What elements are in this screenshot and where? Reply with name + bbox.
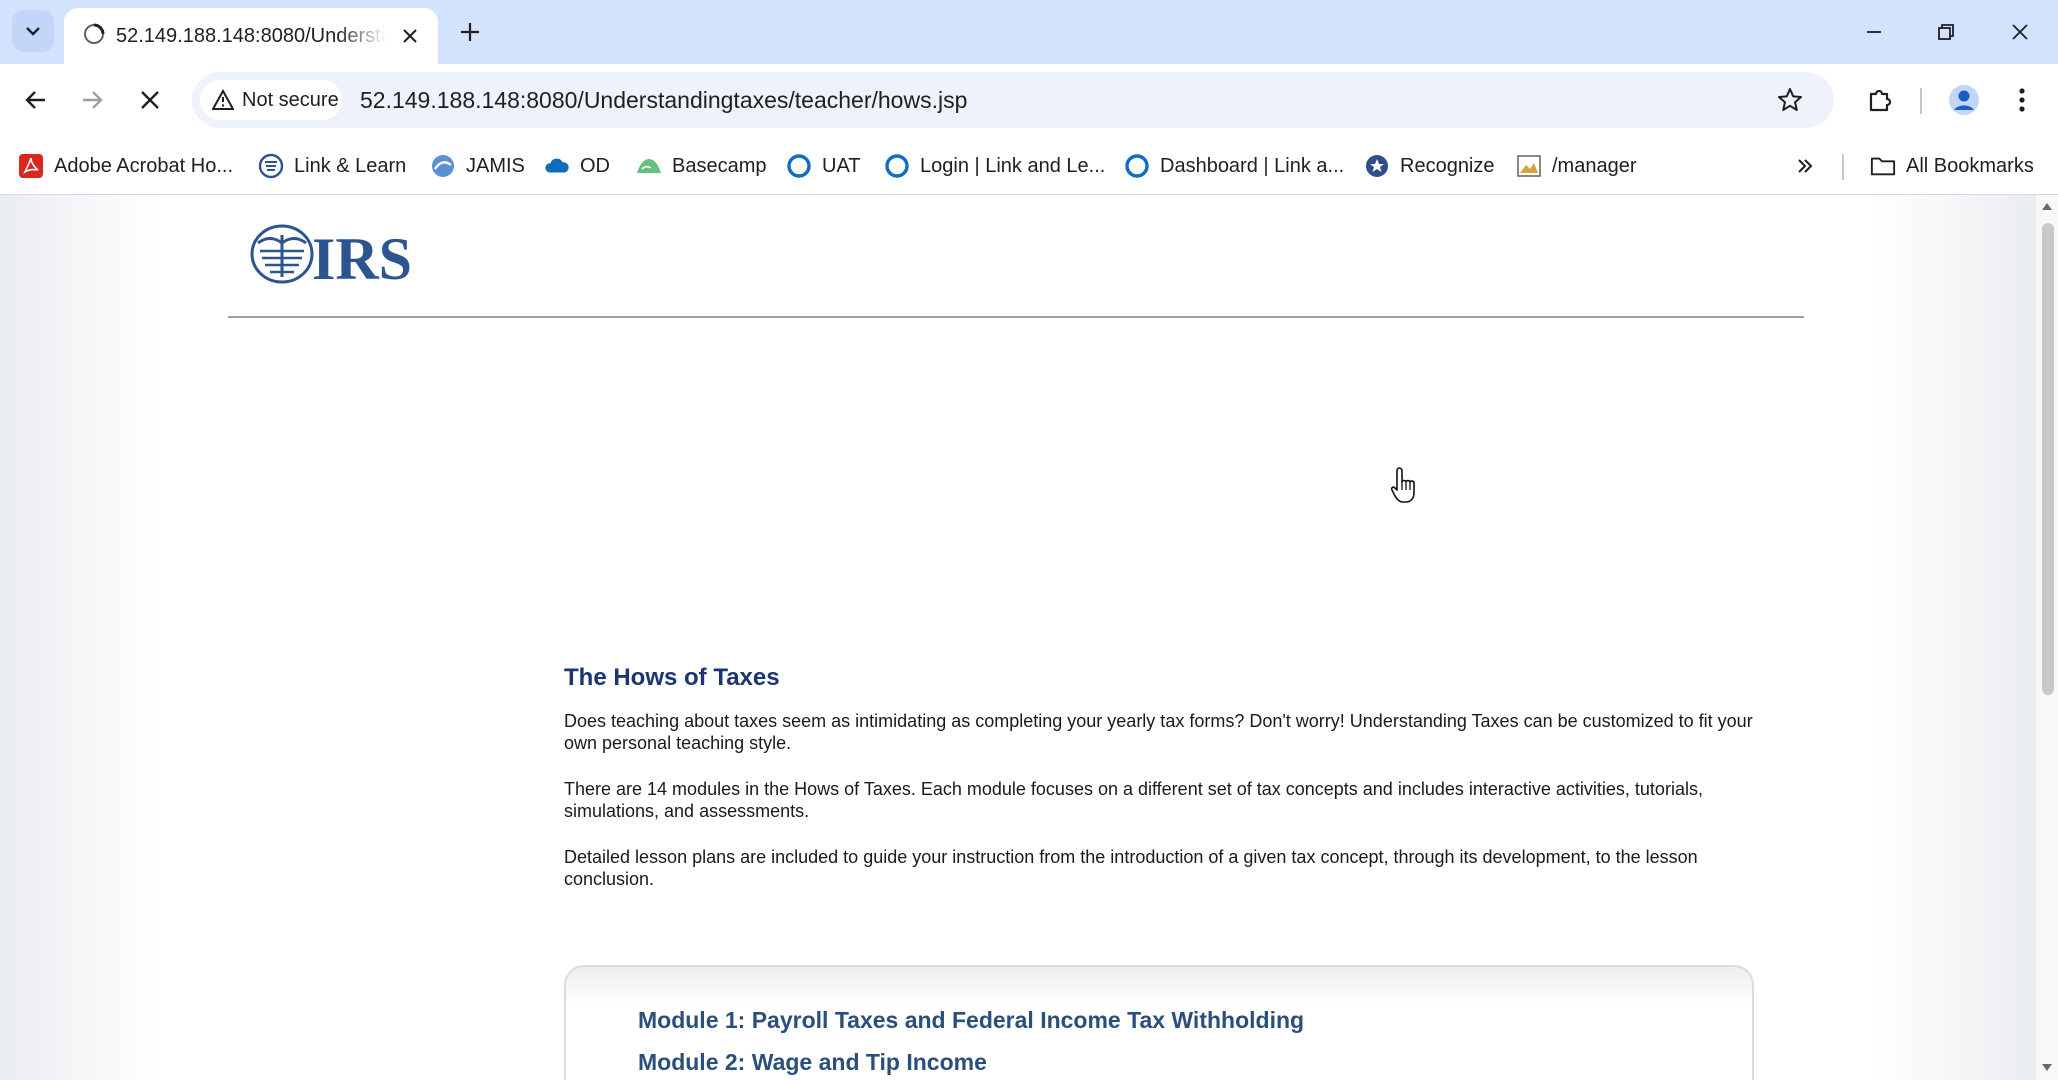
basecamp-icon — [636, 153, 662, 179]
menu-button[interactable] — [1998, 76, 2046, 124]
bookmark-label: OD — [580, 154, 610, 177]
module-2-link[interactable]: Module 2: Wage and Tip Income — [638, 1049, 987, 1076]
more-bookmarks-button[interactable] — [1790, 146, 1820, 186]
security-label: Not secure — [242, 88, 339, 111]
irs-eagle-icon — [258, 153, 284, 179]
stop-loading-button[interactable] — [126, 76, 174, 124]
tab-search-button[interactable] — [12, 10, 54, 52]
kebab-menu-icon — [2019, 88, 2025, 112]
header-divider — [228, 316, 1804, 318]
ring-icon — [1124, 153, 1150, 179]
logo-text: IRS — [312, 226, 412, 285]
page-content: IRS The Hows of Taxes Does teaching abou… — [228, 195, 1804, 1080]
tab-strip: 52.149.188.148:8080/Understandingtaxes/t… — [0, 0, 2058, 64]
tab-close-button[interactable] — [396, 22, 424, 50]
acrobat-icon — [18, 153, 44, 179]
address-bar[interactable]: Not secure 52.149.188.148:8080/Understan… — [192, 72, 1834, 128]
recognize-icon — [1364, 153, 1390, 179]
bookmark-label: JAMIS — [466, 154, 525, 177]
profile-button[interactable] — [1940, 76, 1988, 124]
bookmark-label: Adobe Acrobat Ho... — [54, 154, 234, 177]
bookmark-label: Link & Learn — [294, 154, 407, 177]
folder-icon — [1870, 153, 1896, 179]
bookmark-label: UAT — [822, 154, 861, 177]
back-button[interactable] — [12, 76, 60, 124]
modules-paragraph: There are 14 modules in the Hows of Taxe… — [564, 779, 1703, 821]
loading-globe-icon — [84, 23, 105, 44]
puzzle-icon — [1869, 89, 1892, 112]
close-icon — [2012, 24, 2028, 40]
active-tab[interactable]: 52.149.188.148:8080/Understandingtaxes/t… — [64, 8, 438, 64]
toolbar-divider — [1920, 88, 1922, 114]
restore-button[interactable] — [1922, 12, 1970, 52]
bookmarks-divider — [1842, 154, 1844, 180]
bookmark-dashboard-link-and-learn[interactable]: Dashboard | Link a... — [1124, 146, 1344, 186]
bookmark-label: Recognize — [1400, 154, 1495, 177]
bookmark-label: /manager — [1552, 154, 1637, 177]
close-icon — [141, 91, 159, 109]
restore-icon — [1938, 24, 1954, 40]
double-chevron-right-icon — [1798, 159, 1813, 173]
minimize-icon — [1867, 31, 1881, 33]
tab-title: 52.149.188.148:8080/Understandingtaxes/t… — [116, 25, 386, 47]
bookmark-link-and-learn[interactable]: Link & Learn — [258, 146, 406, 186]
arrow-right-icon — [83, 91, 103, 109]
irs-eagle-logo-icon: IRS — [250, 224, 412, 292]
warning-triangle-icon — [212, 89, 234, 110]
scroll-down-arrow-icon[interactable] — [2041, 1063, 2053, 1073]
extensions-button[interactable] — [1856, 76, 1904, 124]
plus-icon — [461, 23, 479, 41]
minimize-button[interactable] — [1850, 12, 1898, 52]
bookmark-login-link-and-learn[interactable]: Login | Link and Le... — [884, 146, 1105, 186]
hand-pointer-cursor-icon — [1390, 467, 1415, 503]
bookmark-label: Dashboard | Link a... — [1160, 154, 1345, 177]
bookmark-label: Login | Link and Le... — [920, 154, 1106, 177]
new-tab-button[interactable] — [452, 14, 488, 50]
bookmarks-bar: Adobe Acrobat Ho... Link & Learn JAMIS O… — [0, 138, 2058, 195]
chevron-down-icon — [26, 27, 40, 36]
cloud-icon — [544, 153, 570, 179]
star-icon — [1778, 88, 1802, 111]
jamis-icon — [430, 153, 456, 179]
browser-toolbar: Not secure 52.149.188.148:8080/Understan… — [0, 64, 2058, 138]
bookmark-uat[interactable]: UAT — [786, 146, 861, 186]
lesson-plans-paragraph: Detailed lesson plans are included to gu… — [564, 847, 1698, 889]
bookmark-adobe-acrobat[interactable]: Adobe Acrobat Ho... — [18, 146, 233, 186]
ring-icon — [786, 153, 812, 179]
security-indicator[interactable]: Not secure — [200, 80, 342, 120]
bookmark-recognize[interactable]: Recognize — [1364, 146, 1495, 186]
window-close-button[interactable] — [1996, 12, 2044, 52]
bookmark-manager[interactable]: /manager — [1516, 146, 1637, 186]
bookmark-star-button[interactable] — [1770, 80, 1810, 120]
bookmark-od[interactable]: OD — [544, 146, 610, 186]
all-bookmarks-button[interactable]: All Bookmarks — [1870, 146, 2034, 186]
ring-icon — [884, 153, 910, 179]
avatar-icon — [1949, 85, 1979, 115]
scroll-up-arrow-icon[interactable] — [2041, 201, 2053, 211]
module-1-link[interactable]: Module 1: Payroll Taxes and Federal Inco… — [638, 1007, 1304, 1034]
page-title: The Hows of Taxes — [564, 664, 780, 691]
arrow-left-icon — [25, 91, 45, 109]
url-text[interactable]: 52.149.188.148:8080/Understandingtaxes/t… — [360, 72, 967, 128]
close-icon — [403, 29, 417, 43]
page-viewport: IRS The Hows of Taxes Does teaching abou… — [0, 195, 2036, 1080]
bookmark-jamis[interactable]: JAMIS — [430, 146, 525, 186]
forward-button[interactable] — [68, 76, 116, 124]
scrollbar-thumb[interactable] — [2042, 223, 2054, 695]
all-bookmarks-label: All Bookmarks — [1906, 154, 2034, 177]
page-scrollbar[interactable] — [2036, 195, 2058, 1080]
intro-paragraph: Does teaching about taxes seem as intimi… — [564, 711, 1753, 753]
irs-logo[interactable]: IRS — [248, 223, 420, 292]
bookmark-basecamp[interactable]: Basecamp — [636, 146, 767, 186]
image-icon — [1516, 153, 1542, 179]
bookmark-label: Basecamp — [672, 154, 767, 177]
module-list-panel: Module 1: Payroll Taxes and Federal Inco… — [564, 965, 1754, 1080]
